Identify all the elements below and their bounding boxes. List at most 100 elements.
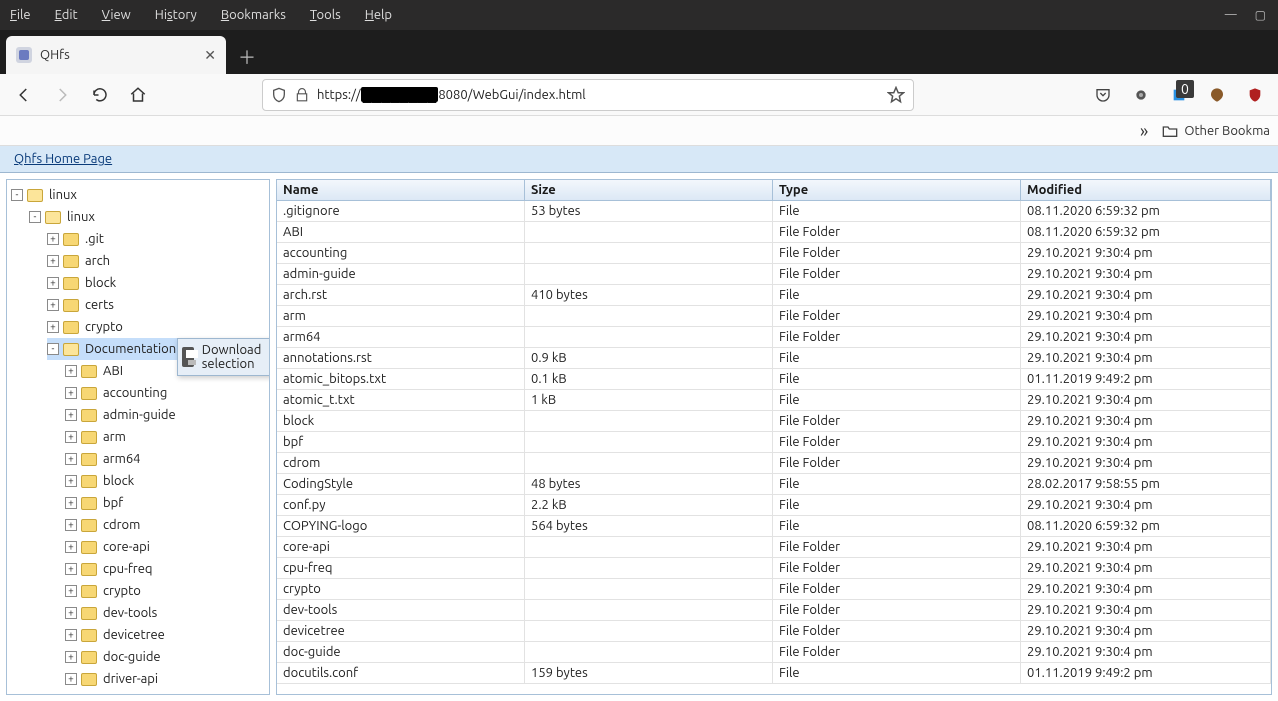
- tree-node-bpf[interactable]: +bpf: [65, 492, 267, 514]
- table-row[interactable]: bpfFile Folder29.10.2021 9:30:4 pm: [277, 432, 1271, 453]
- tree-node-crypto[interactable]: +crypto: [65, 580, 267, 602]
- table-row[interactable]: accountingFile Folder29.10.2021 9:30:4 p…: [277, 243, 1271, 264]
- home-page-link[interactable]: Qhfs Home Page: [14, 152, 112, 166]
- menu-history[interactable]: History: [155, 8, 197, 22]
- tree-node-driver-api[interactable]: +driver-api: [65, 668, 267, 690]
- collapse-icon[interactable]: -: [29, 211, 41, 223]
- tree-node-cdrom[interactable]: +cdrom: [65, 514, 267, 536]
- expand-icon[interactable]: +: [65, 541, 77, 553]
- tree-node-block[interactable]: +block: [65, 470, 267, 492]
- lock-icon[interactable]: [295, 87, 309, 103]
- table-row[interactable]: cdromFile Folder29.10.2021 9:30:4 pm: [277, 453, 1271, 474]
- table-row[interactable]: cryptoFile Folder29.10.2021 9:30:4 pm: [277, 579, 1271, 600]
- tree-node-cpu-freq[interactable]: +cpu-freq: [65, 558, 267, 580]
- tree-node-devicetree[interactable]: +devicetree: [65, 624, 267, 646]
- window-minimize-icon[interactable]: —: [1225, 8, 1237, 22]
- expand-icon[interactable]: +: [65, 607, 77, 619]
- menu-view[interactable]: View: [102, 8, 131, 22]
- col-name[interactable]: Name: [277, 180, 525, 200]
- tree-node-crypto[interactable]: +crypto: [47, 316, 267, 338]
- tracking-shield-icon[interactable]: [271, 87, 287, 103]
- window-maximize-icon[interactable]: ▢: [1255, 8, 1266, 22]
- expand-icon[interactable]: +: [65, 453, 77, 465]
- table-row[interactable]: core-apiFile Folder29.10.2021 9:30:4 pm: [277, 537, 1271, 558]
- menu-tools[interactable]: Tools: [310, 8, 341, 22]
- forward-button[interactable]: [48, 81, 76, 109]
- tree-node-arch[interactable]: +arch: [47, 250, 267, 272]
- table-row[interactable]: docutils.conf159 bytesFile01.11.2019 9:4…: [277, 663, 1271, 684]
- extension-icon[interactable]: [1132, 86, 1150, 104]
- col-modified[interactable]: Modified: [1021, 180, 1271, 200]
- expand-icon[interactable]: +: [65, 431, 77, 443]
- grid-body[interactable]: .gitignore53 bytesFile08.11.2020 6:59:32…: [277, 201, 1271, 694]
- tree-node-.git[interactable]: +.git: [47, 228, 267, 250]
- url-field[interactable]: https://████████8080/WebGui/index.html: [262, 79, 914, 111]
- tree-node-block[interactable]: +block: [47, 272, 267, 294]
- bookmark-star-icon[interactable]: [887, 86, 905, 104]
- extension-badge-icon[interactable]: 0: [1170, 86, 1188, 104]
- new-tab-button[interactable]: ＋: [230, 40, 264, 74]
- expand-icon[interactable]: +: [47, 277, 59, 289]
- expand-icon[interactable]: +: [47, 299, 59, 311]
- tab-close-icon[interactable]: ✕: [204, 47, 216, 64]
- expand-icon[interactable]: +: [65, 673, 77, 685]
- ublock-icon[interactable]: [1246, 86, 1264, 104]
- extension-icon-2[interactable]: [1208, 86, 1226, 104]
- table-row[interactable]: cpu-freqFile Folder29.10.2021 9:30:4 pm: [277, 558, 1271, 579]
- expand-icon[interactable]: +: [47, 233, 59, 245]
- home-button[interactable]: [124, 81, 152, 109]
- pocket-icon[interactable]: [1094, 86, 1112, 104]
- table-row[interactable]: CodingStyle48 bytesFile28.02.2017 9:58:5…: [277, 474, 1271, 495]
- context-menu-download[interactable]: Download selection: [202, 343, 270, 371]
- table-row[interactable]: atomic_bitops.txt0.1 kBFile01.11.2019 9:…: [277, 369, 1271, 390]
- browser-tab[interactable]: QHfs ✕: [6, 36, 226, 74]
- table-row[interactable]: ABIFile Folder08.11.2020 6:59:32 pm: [277, 222, 1271, 243]
- table-row[interactable]: arm64File Folder29.10.2021 9:30:4 pm: [277, 327, 1271, 348]
- expand-icon[interactable]: +: [65, 519, 77, 531]
- table-row[interactable]: devicetreeFile Folder29.10.2021 9:30:4 p…: [277, 621, 1271, 642]
- tree-node-admin-guide[interactable]: +admin-guide: [65, 404, 267, 426]
- folder-tree-panel[interactable]: -linux-linux+.git+arch+block+certs+crypt…: [6, 179, 270, 695]
- collapse-icon[interactable]: -: [11, 189, 23, 201]
- expand-icon[interactable]: +: [65, 563, 77, 575]
- table-row[interactable]: armFile Folder29.10.2021 9:30:4 pm: [277, 306, 1271, 327]
- other-bookmarks-button[interactable]: Other Bookma: [1184, 124, 1270, 138]
- menu-edit[interactable]: Edit: [55, 8, 78, 22]
- menu-bookmarks[interactable]: Bookmarks: [221, 8, 286, 22]
- expand-icon[interactable]: +: [65, 475, 77, 487]
- tree-node-linux[interactable]: -linux: [11, 184, 267, 206]
- expand-icon[interactable]: +: [65, 585, 77, 597]
- expand-icon[interactable]: +: [65, 629, 77, 641]
- tree-node-certs[interactable]: +certs: [47, 294, 267, 316]
- tree-node-accounting[interactable]: +accounting: [65, 382, 267, 404]
- bookmarks-overflow-icon[interactable]: »: [1140, 121, 1148, 141]
- tree-node-core-api[interactable]: +core-api: [65, 536, 267, 558]
- reload-button[interactable]: [86, 81, 114, 109]
- expand-icon[interactable]: +: [65, 409, 77, 421]
- back-button[interactable]: [10, 81, 38, 109]
- table-row[interactable]: blockFile Folder29.10.2021 9:30:4 pm: [277, 411, 1271, 432]
- expand-icon[interactable]: +: [65, 651, 77, 663]
- table-row[interactable]: atomic_t.txt1 kBFile29.10.2021 9:30:4 pm: [277, 390, 1271, 411]
- table-row[interactable]: .gitignore53 bytesFile08.11.2020 6:59:32…: [277, 201, 1271, 222]
- tree-node-arm64[interactable]: +arm64: [65, 448, 267, 470]
- tree-node-arm[interactable]: +arm: [65, 426, 267, 448]
- table-row[interactable]: admin-guideFile Folder29.10.2021 9:30:4 …: [277, 264, 1271, 285]
- expand-icon[interactable]: +: [65, 365, 77, 377]
- expand-icon[interactable]: +: [65, 497, 77, 509]
- col-size[interactable]: Size: [525, 180, 773, 200]
- table-row[interactable]: doc-guideFile Folder29.10.2021 9:30:4 pm: [277, 642, 1271, 663]
- table-row[interactable]: conf.py2.2 kBFile29.10.2021 9:30:4 pm: [277, 495, 1271, 516]
- expand-icon[interactable]: +: [47, 255, 59, 267]
- tree-node-doc-guide[interactable]: +doc-guide: [65, 646, 267, 668]
- tree-node-linux[interactable]: -linux: [29, 206, 267, 228]
- expand-icon[interactable]: +: [65, 387, 77, 399]
- table-row[interactable]: annotations.rst0.9 kBFile29.10.2021 9:30…: [277, 348, 1271, 369]
- collapse-icon[interactable]: -: [47, 343, 59, 355]
- table-row[interactable]: COPYING-logo564 bytesFile08.11.2020 6:59…: [277, 516, 1271, 537]
- expand-icon[interactable]: +: [47, 321, 59, 333]
- tree-node-dev-tools[interactable]: +dev-tools: [65, 602, 267, 624]
- col-type[interactable]: Type: [773, 180, 1021, 200]
- menu-help[interactable]: Help: [365, 8, 392, 22]
- menu-file[interactable]: File: [10, 8, 31, 22]
